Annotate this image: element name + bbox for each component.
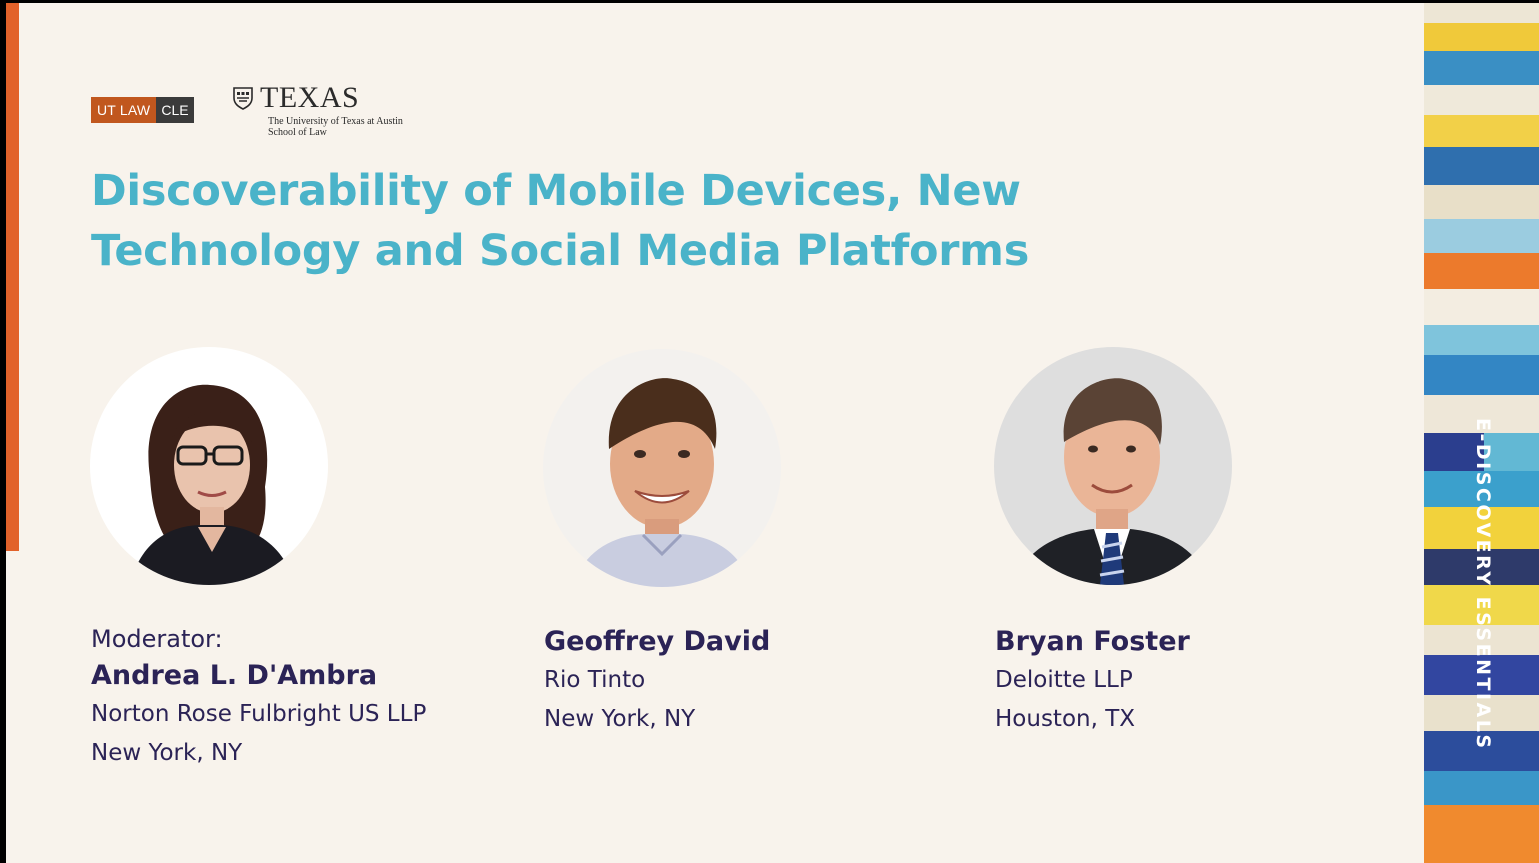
speaker-bryan: Bryan Foster Deloitte LLP Houston, TX (995, 623, 1190, 739)
cle-label: CLE (156, 97, 194, 123)
person-portrait-icon (994, 347, 1232, 585)
person-portrait-icon (90, 347, 328, 585)
speaker-organization: Rio Tinto (544, 667, 646, 693)
speaker-name: Bryan Foster (995, 626, 1190, 657)
page-title: Discoverability of Mobile Devices, New T… (91, 161, 1191, 281)
speaker-geoffrey: Geoffrey David Rio Tinto New York, NY (544, 623, 770, 739)
speaker-location: New York, NY (91, 740, 243, 766)
shield-icon (233, 87, 253, 110)
accent-bar (6, 3, 19, 551)
slide: UT LAW CLE TEXAS The University of Texas… (6, 3, 1539, 863)
speaker-name: Andrea L. D'Ambra (91, 660, 378, 691)
speaker-location: New York, NY (544, 706, 696, 732)
speaker-photo-geoffrey (543, 349, 781, 587)
texas-subtitle-1: The University of Texas at Austin (268, 116, 403, 127)
texas-wordmark: TEXAS (260, 81, 360, 114)
speaker-photo-andrea (90, 347, 328, 585)
speaker-name: Geoffrey David (544, 626, 771, 657)
speaker-organization: Deloitte LLP (995, 667, 1133, 693)
series-label: E-DISCOVERY ESSENTIALS (1472, 418, 1494, 751)
speaker-location: Houston, TX (995, 706, 1136, 732)
title-line-1: Discoverability of Mobile Devices, New (91, 166, 1021, 216)
title-line-2: Technology and Social Media Platforms (91, 226, 1029, 276)
speaker-role: Moderator: (91, 625, 223, 653)
person-portrait-icon (543, 349, 781, 587)
texas-subtitle-2: School of Law (268, 127, 327, 138)
speaker-photo-bryan (994, 347, 1232, 585)
ut-law-cle-logo: UT LAW CLE (91, 97, 194, 123)
speaker-andrea: Moderator: Andrea L. D'Ambra Norton Rose… (91, 621, 426, 773)
speaker-organization: Norton Rose Fulbright US LLP (91, 701, 427, 727)
ut-law-label: UT LAW (91, 97, 157, 123)
